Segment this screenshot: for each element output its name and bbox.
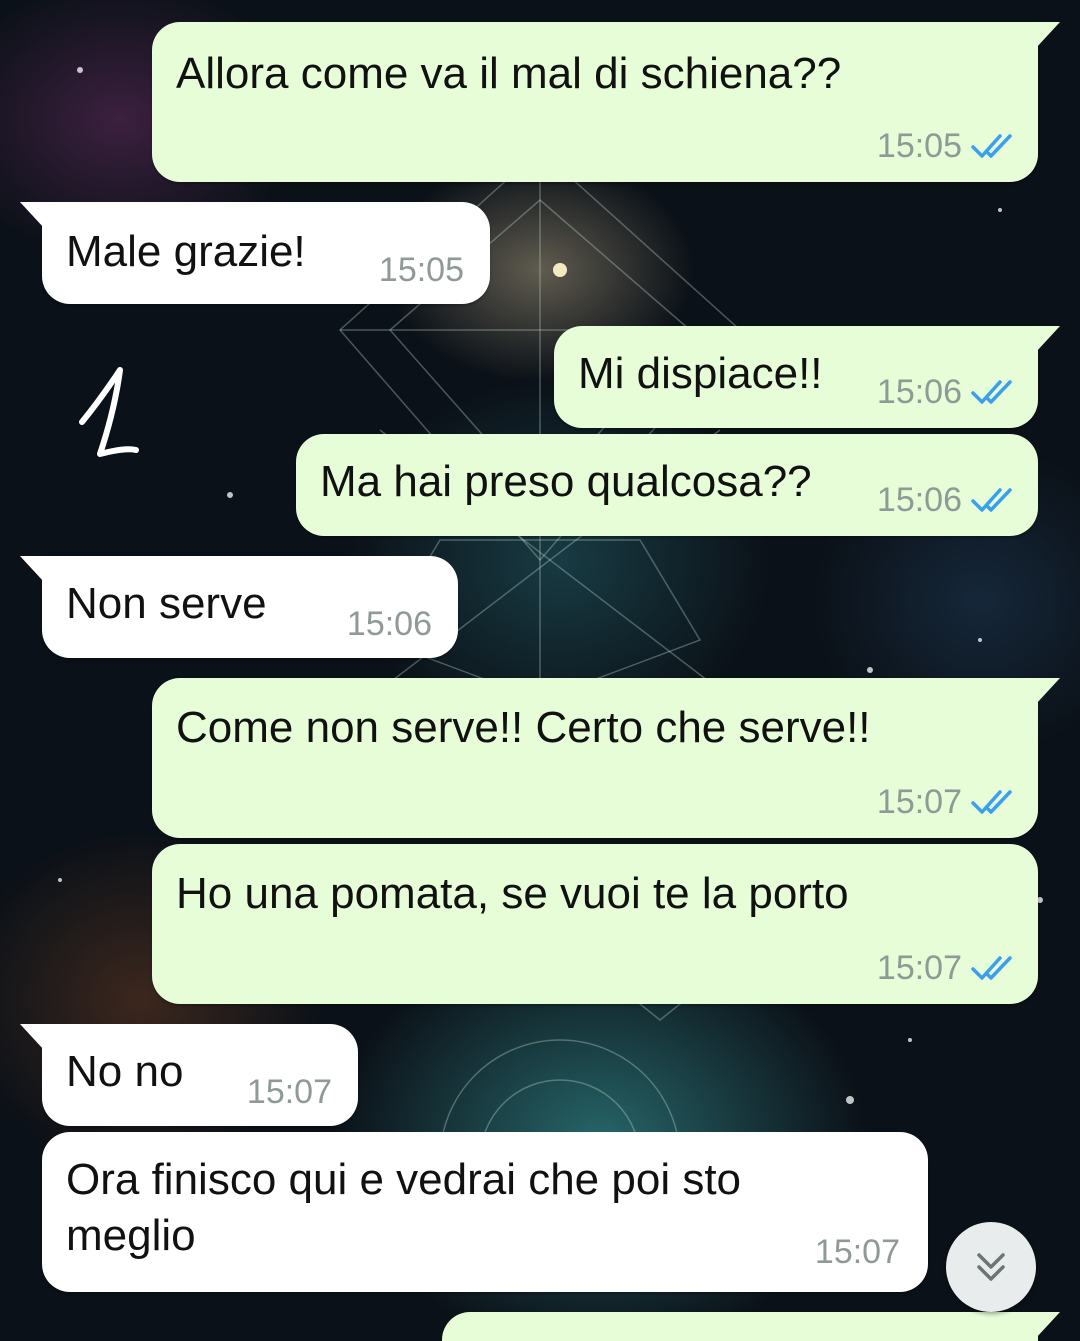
message-text: Come non serve!! Certo che serve!! bbox=[176, 703, 871, 752]
message-meta: 15:07 bbox=[877, 948, 1016, 988]
double-check-icon bbox=[971, 134, 1012, 158]
handwritten-annotation bbox=[79, 367, 139, 457]
message-bubble-incoming[interactable]: Male grazie! 15:05 bbox=[20, 202, 490, 304]
message-bubble-outgoing[interactable]: Mi dispiace!! 15:06 bbox=[554, 326, 1060, 428]
message-time: 15:06 bbox=[876, 373, 962, 411]
message-time: 15:05 bbox=[378, 251, 464, 289]
message-bubble-outgoing-partial[interactable] bbox=[442, 1312, 1060, 1341]
message-meta: 15:07 bbox=[247, 1072, 332, 1112]
message-bubble-outgoing[interactable]: Ma hai preso qualcosa?? 15:06 bbox=[296, 434, 1038, 536]
scroll-to-bottom-button[interactable] bbox=[946, 1222, 1036, 1312]
double-check-icon bbox=[971, 488, 1012, 512]
message-bubble-outgoing[interactable]: Allora come va il mal di schiena?? 15:05 bbox=[152, 22, 1060, 182]
message-text: No no bbox=[66, 1047, 184, 1096]
message-text: Ho una pomata, se vuoi te la porto bbox=[176, 869, 849, 918]
message-meta: 15:06 bbox=[877, 480, 1016, 520]
message-time: 15:07 bbox=[814, 1233, 900, 1271]
message-text: Allora come va il mal di schiena?? bbox=[176, 49, 842, 98]
message-bubble-outgoing[interactable]: Ho una pomata, se vuoi te la porto 15:07 bbox=[152, 844, 1038, 1004]
message-meta: 15:06 bbox=[877, 372, 1016, 412]
message-meta: 15:07 bbox=[877, 782, 1016, 822]
double-check-icon bbox=[971, 790, 1012, 814]
message-text: Mi dispiace!! bbox=[578, 349, 823, 398]
message-bubble-outgoing[interactable]: Come non serve!! Certo che serve!! 15:07 bbox=[152, 678, 1060, 838]
message-time: 15:05 bbox=[876, 127, 962, 165]
message-text: Ma hai preso qualcosa?? bbox=[320, 457, 812, 506]
double-check-icon bbox=[971, 956, 1012, 980]
message-text: Non serve bbox=[66, 579, 267, 628]
message-time: 15:06 bbox=[876, 481, 962, 519]
message-meta: 15:05 bbox=[379, 250, 464, 290]
message-text: Ora finisco qui e vedrai che poi sto meg… bbox=[66, 1155, 742, 1260]
message-time: 15:06 bbox=[346, 605, 432, 643]
message-bubble-incoming[interactable]: Non serve 15:06 bbox=[20, 556, 458, 658]
message-meta: 15:05 bbox=[877, 126, 1016, 166]
message-time: 15:07 bbox=[876, 949, 962, 987]
double-chevron-down-icon bbox=[977, 1253, 1005, 1281]
message-bubble-incoming[interactable]: Ora finisco qui e vedrai che poi sto meg… bbox=[42, 1132, 928, 1292]
message-text: Male grazie! bbox=[66, 227, 306, 276]
message-bubble-incoming[interactable]: No no 15:07 bbox=[20, 1024, 358, 1126]
double-check-icon bbox=[971, 380, 1012, 404]
message-meta: 15:06 bbox=[347, 604, 432, 644]
message-time: 15:07 bbox=[876, 783, 962, 821]
message-time: 15:07 bbox=[246, 1073, 332, 1111]
message-meta: 15:07 bbox=[815, 1232, 900, 1272]
